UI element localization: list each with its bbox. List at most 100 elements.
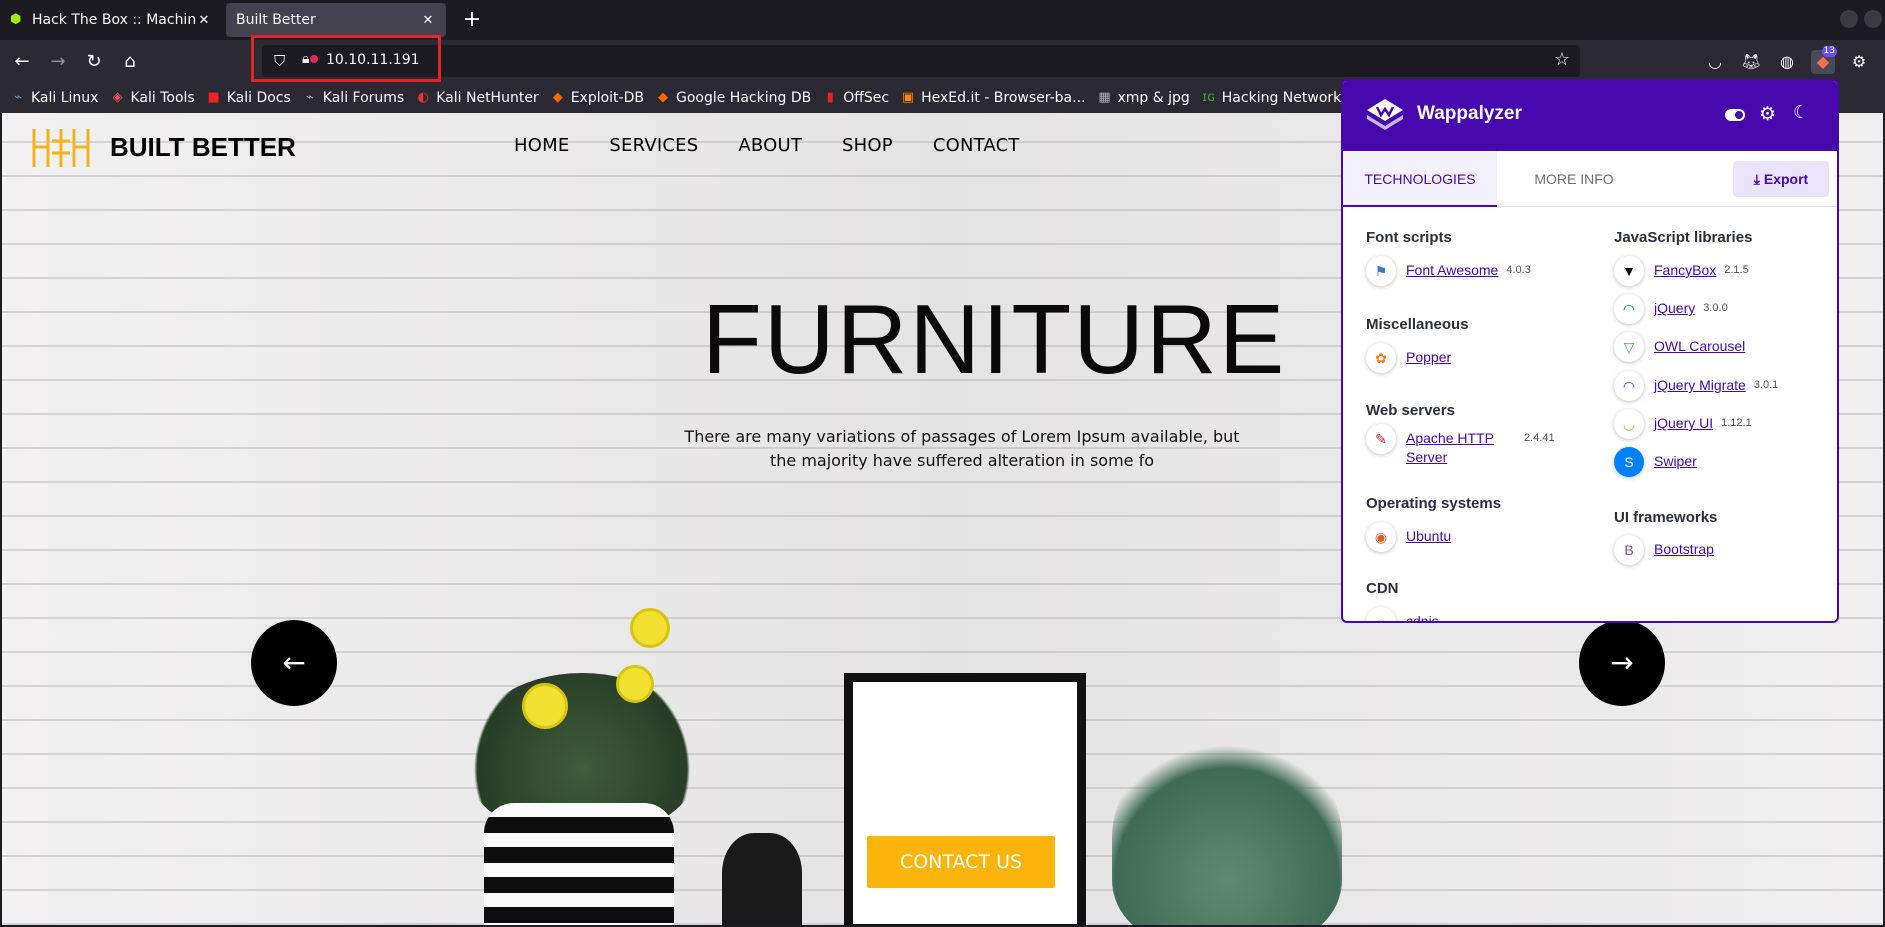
- tech-link[interactable]: jQuery UI: [1654, 414, 1713, 433]
- bookmark-label: Kali Tools: [130, 90, 195, 106]
- cookie-icon[interactable]: ◍: [1775, 50, 1799, 74]
- tech-link[interactable]: Popper: [1406, 348, 1451, 367]
- tech-link[interactable]: jQuery: [1654, 299, 1695, 318]
- category-heading: Miscellaneous: [1366, 316, 1469, 333]
- bookmark-star-icon[interactable]: ☆: [1554, 49, 1570, 70]
- tech-item[interactable]: ◠ jQuery Migrate 3.0.1: [1614, 371, 1778, 401]
- window-minimize-button[interactable]: [1840, 10, 1858, 28]
- bookmark-kali-docs[interactable]: ■ Kali Docs: [206, 90, 291, 106]
- category-heading: Web servers: [1366, 402, 1455, 419]
- tech-link[interactable]: Bootstrap: [1654, 540, 1714, 559]
- tab-more-info[interactable]: MORE INFO: [1497, 151, 1651, 207]
- wappalyzer-tabs: TECHNOLOGIES MORE INFO ⤓ Export: [1343, 151, 1837, 207]
- tab-bar: ⬢ Hack The Box :: Machines ✕ Built Bette…: [0, 0, 1885, 40]
- flower-image: [616, 665, 654, 703]
- category-heading: Font scripts: [1366, 229, 1452, 246]
- tech-item[interactable]: ✎ Apache HTTP Server 2.4.41: [1366, 424, 1555, 467]
- tab-technologies[interactable]: TECHNOLOGIES: [1343, 151, 1497, 207]
- bookmark-label: Kali Docs: [226, 90, 291, 106]
- home-icon[interactable]: ⌂: [116, 48, 144, 76]
- tab-title: Built Better: [236, 12, 316, 28]
- tech-item[interactable]: ⚑ Font Awesome 4.0.3: [1366, 256, 1531, 286]
- toggle-icon[interactable]: [1725, 109, 1745, 121]
- contact-us-button[interactable]: CONTACT US: [867, 836, 1055, 888]
- tech-item[interactable]: ◡ jQuery UI 1.12.1: [1614, 409, 1752, 439]
- tech-item[interactable]: S Swiper: [1614, 447, 1697, 477]
- wappalyzer-logo-icon: [1367, 99, 1403, 130]
- nav-home[interactable]: HOME: [514, 135, 569, 156]
- pocket-icon[interactable]: ◡: [1703, 50, 1727, 74]
- tab-built-better[interactable]: Built Better ✕: [226, 3, 446, 37]
- succulent-image: [1112, 733, 1342, 925]
- tech-link[interactable]: cdnjs: [1406, 612, 1439, 621]
- gear-icon[interactable]: ⚙: [1759, 103, 1776, 126]
- ghdb-icon: ◆: [657, 90, 668, 105]
- extension-badge: 13: [1821, 46, 1837, 57]
- vase-image: [484, 803, 674, 925]
- tech-item[interactable]: ◉ Ubuntu: [1366, 522, 1451, 552]
- back-icon[interactable]: ←: [8, 48, 36, 76]
- kali-icon: ⌁: [14, 90, 22, 105]
- bookmark-label: Exploit-DB: [570, 90, 644, 106]
- bookmark-label: Kali Linux: [31, 90, 99, 106]
- category-heading: UI frameworks: [1614, 509, 1718, 526]
- wappalyzer-extension-icon[interactable]: ◆ 13: [1811, 46, 1837, 74]
- tech-item[interactable]: ▼ FancyBox 2.1.5: [1614, 256, 1749, 286]
- close-tab-icon[interactable]: ✕: [420, 13, 436, 28]
- bookmark-kali-nethunter[interactable]: ◐ Kali NetHunter: [415, 90, 539, 106]
- site-logo-icon: [32, 129, 90, 167]
- tech-link[interactable]: Swiper: [1654, 452, 1697, 471]
- bookmark-label: Kali NetHunter: [436, 90, 539, 106]
- fancybox-icon: ▼: [1614, 256, 1644, 286]
- bookmark-kali-forums[interactable]: ⌁ Kali Forums: [302, 90, 404, 106]
- jquery-ui-icon: ◡: [1614, 409, 1644, 439]
- foxyproxy-icon[interactable]: 🦊︎: [1739, 50, 1763, 74]
- nav-contact[interactable]: CONTACT: [933, 135, 1020, 156]
- window-close-button[interactable]: [1864, 10, 1882, 28]
- hero-text: There are many variations of passages of…: [684, 427, 1240, 470]
- bookmark-label: xmp & jpg: [1117, 90, 1190, 106]
- bookmark-kali-linux[interactable]: ⌁ Kali Linux: [10, 90, 98, 106]
- tech-link[interactable]: Apache HTTP Server: [1406, 429, 1516, 467]
- new-tab-button[interactable]: +: [458, 6, 486, 34]
- tech-item[interactable]: ◌ cdnjs: [1366, 607, 1439, 621]
- tab-title: Hack The Box :: Machines: [32, 12, 196, 28]
- carousel-next-button[interactable]: →: [1579, 620, 1665, 706]
- bookmark-xmp-jpg[interactable]: ▦ xmp & jpg: [1096, 90, 1189, 106]
- nav-shop[interactable]: SHOP: [842, 135, 893, 156]
- reload-icon[interactable]: ↻: [80, 48, 108, 76]
- category-heading: JavaScript libraries: [1614, 229, 1753, 246]
- offsec-icon: ▮: [826, 90, 834, 105]
- tech-link[interactable]: FancyBox: [1654, 261, 1716, 280]
- close-tab-icon[interactable]: ✕: [196, 13, 212, 28]
- tech-item[interactable]: B Bootstrap: [1614, 535, 1714, 565]
- tab-hackthebox[interactable]: ⬢ Hack The Box :: Machines ✕: [0, 3, 222, 37]
- tech-item[interactable]: ◠ jQuery 3.0.0: [1614, 294, 1728, 324]
- forward-icon[interactable]: →: [44, 48, 72, 76]
- flag-icon: ⚑: [1366, 256, 1396, 286]
- nav-services[interactable]: SERVICES: [609, 135, 698, 156]
- wappalyzer-title: Wappalyzer: [1417, 103, 1522, 124]
- tech-version: 2.4.41: [1524, 432, 1555, 444]
- tech-link[interactable]: OWL Carousel: [1654, 337, 1745, 356]
- tech-link[interactable]: Ubuntu: [1406, 527, 1451, 546]
- tech-item[interactable]: ✿ Popper: [1366, 343, 1451, 373]
- url-bar[interactable]: ⛉ 🔒︎ 10.10.11.191 ☆: [262, 45, 1580, 77]
- export-button[interactable]: ⤓ Export: [1733, 161, 1829, 197]
- ig-icon: ɪɢ: [1202, 90, 1216, 105]
- bookmark-exploit-db[interactable]: ◆ Exploit-DB: [550, 90, 644, 106]
- site-brand[interactable]: BUILT BETTER: [110, 132, 296, 163]
- moon-icon[interactable]: ☾: [1793, 102, 1809, 123]
- kali-forums-icon: ⌁: [305, 90, 314, 105]
- bookmark-hexed[interactable]: ▣ HexEd.it - Browser-ba...: [900, 90, 1086, 106]
- bookmark-kali-tools[interactable]: ◈ Kali Tools: [109, 90, 194, 106]
- nav-about[interactable]: ABOUT: [738, 135, 802, 156]
- tech-link[interactable]: Font Awesome: [1406, 261, 1498, 280]
- tech-link[interactable]: jQuery Migrate: [1654, 376, 1746, 395]
- bookmark-offsec[interactable]: ▮ OffSec: [822, 90, 889, 106]
- bookmark-label: Kali Forums: [322, 90, 405, 106]
- bookmark-google-hacking-db[interactable]: ◆ Google Hacking DB: [655, 90, 811, 106]
- tech-item[interactable]: ▽ OWL Carousel: [1614, 332, 1745, 362]
- settings-icon[interactable]: ⚙: [1847, 50, 1871, 74]
- carousel-prev-button[interactable]: ←: [251, 620, 337, 706]
